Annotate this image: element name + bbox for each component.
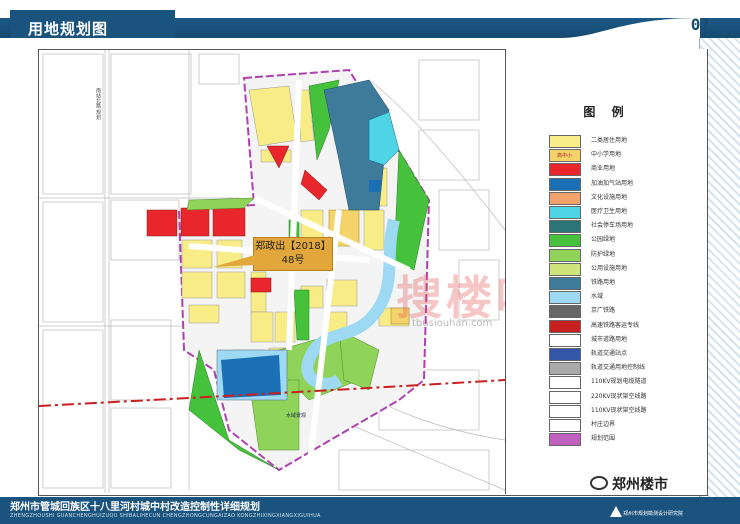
legend-label: 京广铁路 bbox=[591, 307, 616, 315]
legend-label: 二类居住用地 bbox=[591, 137, 628, 144]
brand-name: 郑州楼市 bbox=[612, 477, 668, 493]
legend-label: 防护绿地 bbox=[591, 250, 616, 258]
legend-swatch bbox=[549, 305, 581, 319]
legend-item: 文化设施用地 bbox=[549, 191, 699, 205]
legend-swatch bbox=[549, 333, 581, 347]
legend-item: 城市道路用地 bbox=[549, 333, 699, 347]
legend-label: 轨道交通站点 bbox=[591, 350, 628, 357]
header: 用地规划图 07 bbox=[0, 0, 740, 38]
legend-item: 水域 bbox=[549, 291, 699, 305]
legend-label: 高速铁路客运专线 bbox=[591, 321, 640, 329]
legend-swatch bbox=[549, 220, 581, 234]
callout-line1: 郑政出【2018】 bbox=[255, 241, 331, 252]
watermark-url: tbusiouhan.com bbox=[412, 318, 493, 329]
callout-line2: 48号 bbox=[281, 255, 305, 266]
legend-label: 水域 bbox=[591, 293, 604, 301]
legend-item: 防护绿地 bbox=[549, 248, 699, 262]
legend-item: 公园绿地 bbox=[549, 234, 699, 248]
legend-item: 高速铁路客运专线 bbox=[549, 319, 699, 333]
legend-swatch bbox=[549, 348, 581, 361]
gas-station bbox=[369, 180, 381, 192]
legend-item: 二类居住用地 bbox=[549, 135, 699, 148]
legend-swatch bbox=[549, 262, 581, 276]
legend-item: 110KV规划电缆隧道 bbox=[549, 376, 699, 390]
legend-swatch bbox=[549, 163, 581, 177]
legend-label: 110KV规划电缆隧道 bbox=[591, 378, 647, 386]
legend-swatch bbox=[549, 248, 581, 262]
footer-title: 郑州市管城回族区十八里河村城中村改造控制性详细规划 bbox=[10, 502, 260, 513]
plot-callout[interactable]: 郑政出【2018】 48号 bbox=[253, 237, 333, 271]
legend-label: 规划范围 bbox=[591, 435, 616, 443]
institute-name: 郑州市规划勘测设计研究院 bbox=[623, 511, 684, 517]
footer-subtitle: ZHENGZHOUSHI GUANCHENGHUIZUQU SHIBALIHEC… bbox=[10, 513, 321, 519]
road-label: 南站北路 规划 bbox=[95, 88, 101, 120]
page-number: 07 bbox=[690, 15, 710, 34]
legend-label: 轨道交通用地控制线 bbox=[591, 364, 646, 372]
page-title: 用地规划图 bbox=[28, 20, 109, 38]
legend-swatch bbox=[549, 419, 581, 432]
legend-label: 中小学用地 bbox=[591, 151, 622, 159]
legend-label: 村庄边界 bbox=[591, 421, 616, 428]
legend-swatch bbox=[549, 404, 581, 418]
legend-label: 文化设施用地 bbox=[591, 193, 628, 201]
legend-swatch bbox=[549, 291, 581, 305]
legend-item: 公用设施用地 bbox=[549, 262, 699, 276]
legend-swatch bbox=[549, 433, 581, 447]
legend-swatch bbox=[549, 177, 581, 191]
legend-item: 社会停车场用地 bbox=[549, 220, 699, 234]
legend-label: 城市道路用地 bbox=[591, 335, 628, 343]
legend-swatch bbox=[549, 277, 581, 290]
legend-swatch: 高中小 bbox=[549, 149, 581, 163]
legend-swatch bbox=[549, 376, 581, 390]
legend-swatch bbox=[549, 362, 581, 376]
legend-item: 规划范围 bbox=[549, 433, 699, 447]
legend-item: 商业用地 bbox=[549, 163, 699, 177]
legend-label: 220KV现状架空线路 bbox=[591, 392, 647, 400]
legend-item: 110KV现状架空线路 bbox=[549, 404, 699, 418]
legend-label: 社会停车场用地 bbox=[591, 222, 634, 230]
legend-label: 公园绿地 bbox=[591, 236, 616, 244]
institute-logo-icon bbox=[610, 506, 622, 517]
legend-swatch-tag: 高中小 bbox=[557, 153, 573, 160]
legend-item: 医疗卫生用地 bbox=[549, 206, 699, 219]
legend-label: 医疗卫生用地 bbox=[591, 208, 628, 215]
legend-item: 京广铁路 bbox=[549, 305, 699, 319]
legend-swatch bbox=[549, 206, 581, 219]
legend-label: 公用设施用地 bbox=[591, 264, 628, 272]
callout-pointer bbox=[213, 255, 255, 267]
legend-title: 图 例 bbox=[583, 105, 630, 119]
legend-swatch bbox=[549, 191, 581, 205]
legend-item: 铁路用地 bbox=[549, 277, 699, 290]
legend-label: 加油加气站用地 bbox=[591, 179, 634, 187]
legend-swatch bbox=[549, 319, 581, 333]
legend-item: 轨道交通站点 bbox=[549, 348, 699, 361]
legend-label: 110KV现状架空线路 bbox=[591, 406, 647, 414]
legend-item: 村庄边界 bbox=[549, 419, 699, 432]
legend-label: 铁路用地 bbox=[591, 279, 616, 286]
legend-swatch bbox=[549, 390, 581, 404]
header-wave-decoration bbox=[560, 18, 700, 38]
lake bbox=[221, 355, 281, 398]
legend-swatch bbox=[549, 135, 581, 148]
legend-label: 商业用地 bbox=[591, 165, 616, 173]
legend-item: 高中小 中小学用地 bbox=[549, 149, 699, 163]
wechat-icon bbox=[590, 476, 608, 490]
lake-label: 水域景观 bbox=[286, 413, 307, 419]
legend-swatch bbox=[549, 234, 581, 248]
legend-item: 加油加气站用地 bbox=[549, 177, 699, 191]
legend-item: 轨道交通用地控制线 bbox=[549, 362, 699, 376]
legend-item: 220KV现状架空线路 bbox=[549, 390, 699, 404]
